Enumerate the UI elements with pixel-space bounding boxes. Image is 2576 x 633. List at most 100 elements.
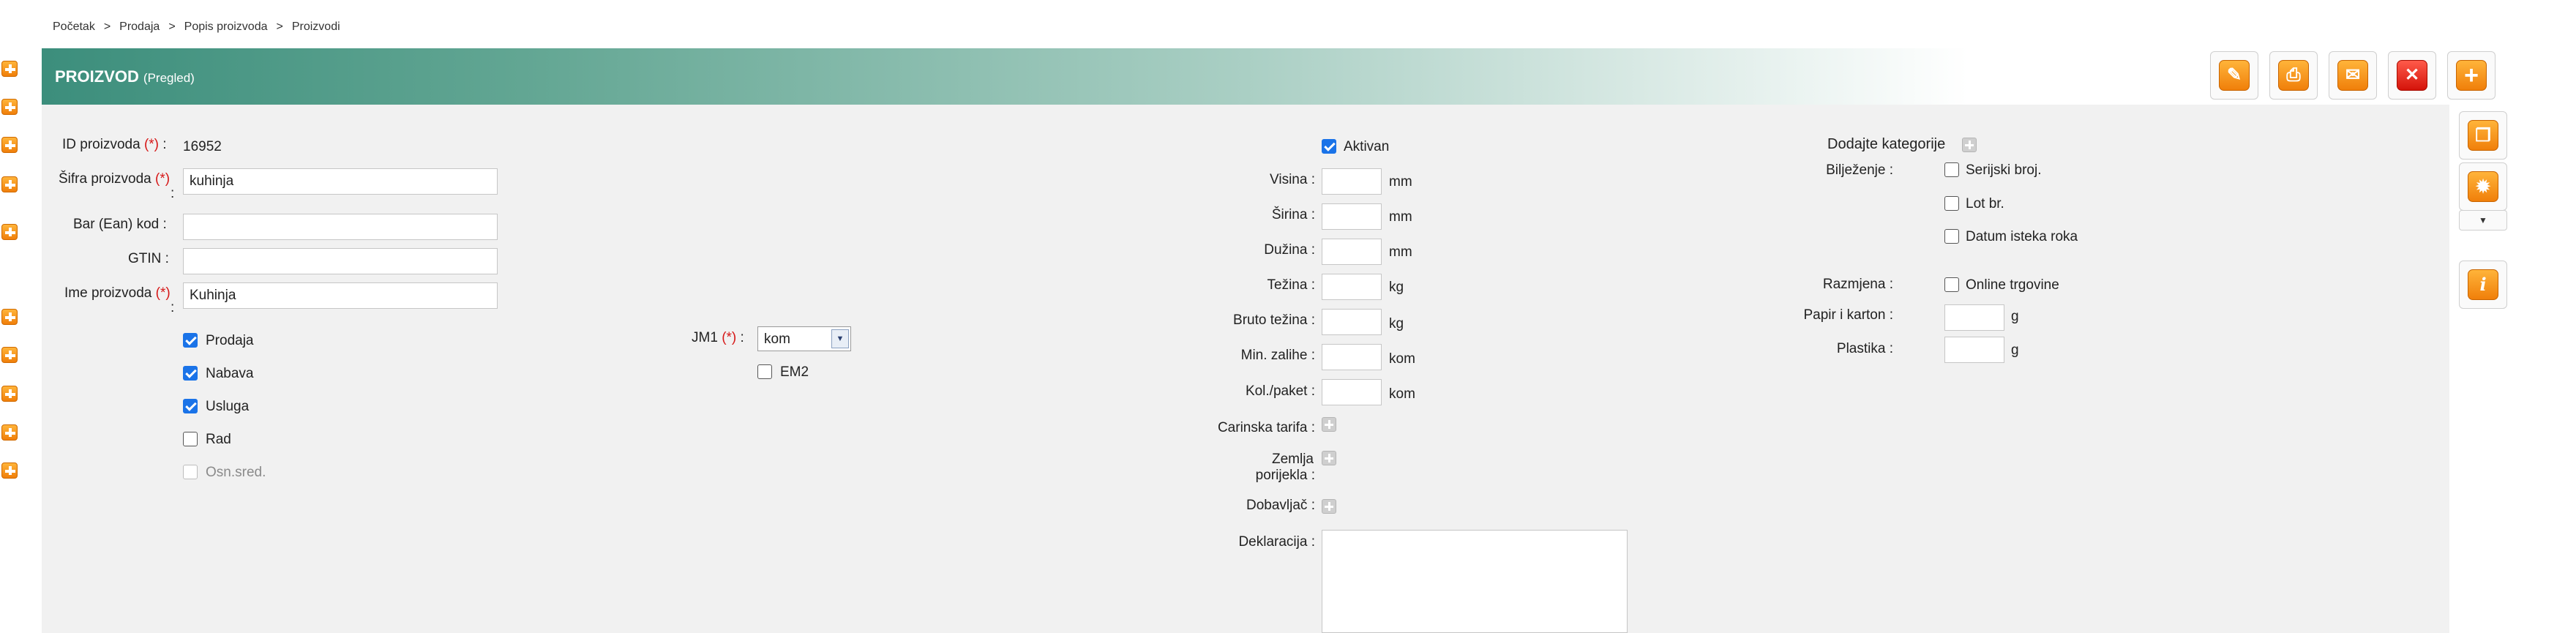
expand-icon[interactable] [1, 61, 18, 77]
sifra-colon: : [171, 186, 175, 201]
id-label: ID proizvoda (*) : [62, 137, 167, 152]
plastika-input[interactable] [1944, 337, 2004, 363]
datum-isteka-checkbox[interactable] [1944, 229, 1959, 244]
tezina-unit: kg [1389, 280, 1404, 295]
kategorije-label: Dodajte kategorije [1827, 136, 1946, 152]
visina-label: Visina : [1270, 172, 1315, 187]
visina-input[interactable] [1322, 168, 1382, 195]
aktivan-checkbox[interactable] [1322, 139, 1336, 154]
rad-label: Rad [206, 432, 231, 447]
expand-icon[interactable] [1, 309, 18, 325]
expand-icon[interactable] [1, 424, 18, 441]
breadcrumb-item-popis[interactable]: Popis proizvoda [184, 20, 268, 33]
expand-icon[interactable] [1, 137, 18, 153]
online-trgovine-checkbox[interactable] [1944, 277, 1959, 292]
settings-dropdown-toggle[interactable]: ▼ [2459, 210, 2507, 231]
jm1-select[interactable]: kom ▼ [757, 326, 851, 351]
carinska-tarifa-label: Carinska tarifa : [1217, 420, 1315, 435]
email-button[interactable]: ✉ [2329, 51, 2377, 100]
print-button[interactable]: ⎙ [2269, 51, 2318, 100]
prodaja-checkbox[interactable] [183, 333, 198, 348]
duzina-unit: mm [1389, 244, 1412, 260]
page-subtitle: (Pregled) [143, 71, 195, 85]
plastika-unit: g [2011, 342, 2019, 358]
expand-icon[interactable] [1, 176, 18, 192]
envelope-icon: ✉ [2337, 60, 2368, 91]
breadcrumb-separator: > [103, 20, 111, 33]
sifra-label: Šifra proizvoda (*) [59, 171, 171, 187]
carinska-tarifa-add-icon[interactable] [1322, 417, 1336, 432]
dobavljac-add-icon[interactable] [1322, 499, 1336, 514]
delete-button[interactable]: ✕ [2388, 51, 2436, 100]
page-title: PROIZVOD (Pregled) [55, 67, 195, 86]
duzina-label: Dužina : [1264, 242, 1315, 258]
bruto-tezina-input[interactable] [1322, 309, 1382, 335]
name-label: Ime proizvoda (*) [64, 285, 171, 301]
expand-icon[interactable] [1, 224, 18, 240]
jm1-select-value: kom [764, 332, 790, 347]
duzina-input[interactable] [1322, 239, 1382, 265]
min-zalihe-input[interactable] [1322, 344, 1382, 370]
breadcrumb-item-pocetak[interactable]: Početak [53, 20, 95, 33]
barcode-input[interactable] [183, 214, 498, 240]
papir-karton-unit: g [2011, 309, 2019, 324]
name-input[interactable] [183, 282, 498, 309]
chevron-down-icon: ▼ [831, 329, 849, 348]
sirina-input[interactable] [1322, 203, 1382, 230]
dobavljac-label: Dobavljač : [1246, 498, 1315, 513]
info-button[interactable]: i [2459, 261, 2507, 309]
nabava-checkbox[interactable] [183, 366, 198, 381]
aktivan-label: Aktivan [1344, 139, 1390, 154]
barcode-label: Bar (Ean) kod : [73, 217, 167, 232]
sirina-label: Širina : [1271, 207, 1315, 222]
breadcrumb: Početak > Prodaja > Popis proizvoda > Proizvod… [53, 20, 340, 34]
pencil-icon: ✎ [2219, 60, 2250, 91]
name-colon: : [171, 300, 175, 315]
zemlja-label-line1: Zemlja [1271, 452, 1314, 467]
biljezenje-label: Bilježenje : [1826, 162, 1893, 178]
deklaracija-textarea[interactable] [1322, 530, 1628, 633]
kol-paket-input[interactable] [1322, 379, 1382, 405]
kategorije-add-icon[interactable] [1962, 138, 1977, 152]
em2-checkbox[interactable] [757, 364, 772, 379]
bruto-tezina-label: Bruto težina : [1233, 312, 1315, 328]
osn-sred-label: Osn.sred. [206, 465, 266, 480]
razmjena-label: Razmjena : [1822, 277, 1893, 292]
copy-button[interactable]: ❐ [2459, 111, 2507, 160]
usluga-checkbox[interactable] [183, 399, 198, 413]
bruto-tezina-unit: kg [1389, 316, 1404, 332]
sifra-input[interactable] [183, 168, 498, 195]
close-icon: ✕ [2397, 60, 2427, 91]
visina-unit: mm [1389, 174, 1412, 190]
expand-icon[interactable] [1, 99, 18, 115]
breadcrumb-item-proizvodi: Proizvodi [291, 20, 340, 33]
rad-checkbox[interactable] [183, 432, 198, 446]
edit-button[interactable]: ✎ [2210, 51, 2258, 100]
lot-br-checkbox[interactable] [1944, 196, 1959, 211]
lot-br-label: Lot br. [1966, 196, 2004, 211]
serijski-broj-checkbox[interactable] [1944, 162, 1959, 177]
papir-karton-label: Papir i karton : [1803, 307, 1894, 323]
breadcrumb-item-prodaja[interactable]: Prodaja [119, 20, 160, 33]
expand-icon[interactable] [1, 386, 18, 402]
header-bar [42, 48, 2449, 105]
papir-karton-input[interactable] [1944, 304, 2004, 331]
settings-button[interactable]: ✹ [2459, 162, 2507, 211]
info-icon: i [2468, 269, 2498, 300]
osn-sred-checkbox [183, 465, 198, 479]
usluga-label: Usluga [206, 399, 250, 414]
zemlja-add-icon[interactable] [1322, 451, 1336, 465]
page-title-text: PROIZVOD [55, 67, 139, 86]
expand-icon[interactable] [1, 347, 18, 363]
breadcrumb-separator: > [276, 20, 283, 33]
nabava-label: Nabava [206, 366, 254, 381]
tezina-input[interactable] [1322, 274, 1382, 300]
expand-icon[interactable] [1, 462, 18, 479]
copy-icon: ❐ [2468, 120, 2498, 151]
gear-icon: ✹ [2468, 171, 2498, 202]
add-button[interactable]: + [2447, 51, 2496, 100]
datum-isteka-label: Datum isteka roka [1966, 229, 2078, 244]
gtin-input[interactable] [183, 248, 498, 274]
em2-label: EM2 [780, 364, 809, 380]
plastika-label: Plastika : [1836, 341, 1893, 356]
